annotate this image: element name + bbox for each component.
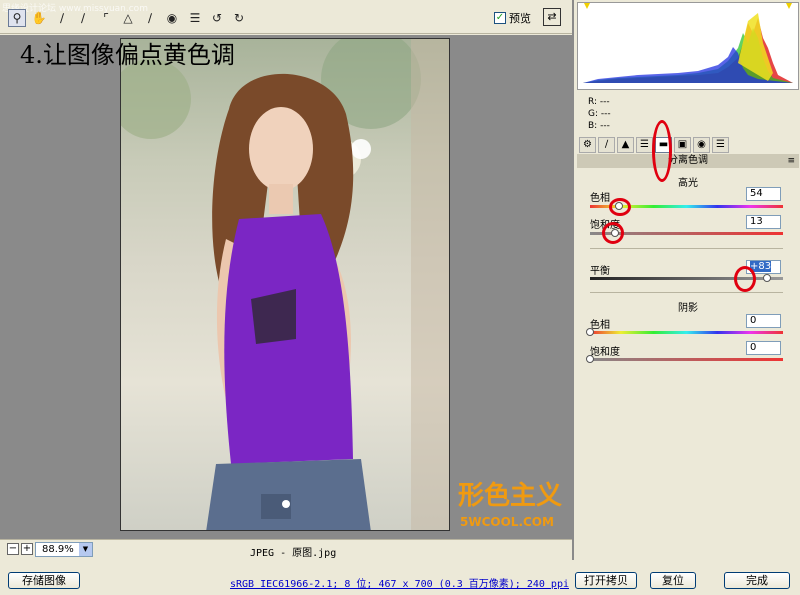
annotation-circle — [652, 120, 672, 182]
blue-readout: B: --- — [588, 121, 610, 131]
tab-presets-icon[interactable]: ☰ — [712, 137, 729, 153]
shadow-hue-field[interactable]: 0 — [746, 314, 781, 328]
color-sampler-icon[interactable]: ∕ — [74, 9, 92, 27]
histogram-graph — [583, 3, 793, 83]
retouch-icon[interactable]: ∕ — [141, 9, 159, 27]
annotation-circle — [734, 266, 756, 292]
zoom-bar: − + 88.9% ▼ JPEG - 原图.jpg — [0, 539, 572, 559]
preview-image — [120, 38, 450, 531]
portrait-illustration — [121, 39, 449, 530]
check-icon: ✓ — [494, 12, 506, 24]
slider-thumb[interactable] — [586, 328, 594, 336]
shadow-saturation-field[interactable]: 0 — [746, 341, 781, 355]
preferences-icon[interactable]: ☰ — [186, 9, 204, 27]
highlight-hue-field[interactable]: 54 — [746, 187, 781, 201]
chevron-down-icon[interactable]: ▼ — [79, 543, 92, 556]
zoom-in-button[interactable]: + — [21, 543, 33, 555]
tab-hsl-icon[interactable]: ☰ — [636, 137, 653, 153]
rgb-readout: R: --- G: --- B: --- — [588, 96, 611, 132]
slider-thumb[interactable] — [586, 355, 594, 363]
adjustment-tabs: ⚙ ∕ ▲ ☰ ▬ ▣ ◉ ☰ — [577, 136, 799, 154]
zoom-select[interactable]: 88.9% ▼ — [35, 542, 93, 557]
shadow-saturation-slider[interactable] — [586, 355, 783, 363]
open-copy-button[interactable]: 打开拷贝 — [575, 572, 637, 589]
rotate-left-icon[interactable]: ↺ — [208, 9, 226, 27]
preview-label: 预览 — [509, 12, 531, 25]
rotate-right-icon[interactable]: ↻ — [230, 9, 248, 27]
balance-label: 平衡 — [590, 266, 610, 277]
highlight-hue-label: 色相 — [590, 193, 610, 204]
zoom-icon[interactable]: ⚲ — [8, 9, 26, 27]
panel-title: 分离色调 — [668, 155, 708, 166]
red-readout: R: --- — [588, 97, 610, 107]
file-label: JPEG - 原图.jpg — [250, 548, 337, 559]
green-readout: G: --- — [588, 109, 611, 119]
panel-menu-icon[interactable]: ≡ — [787, 154, 795, 168]
bottom-bar: 存储图像 sRGB IEC61966-2.1; 8 位; 467 x 700 (… — [0, 560, 800, 595]
straighten-icon[interactable]: △ — [119, 9, 137, 27]
shadows-title: 阴影 — [678, 303, 698, 314]
white-balance-icon[interactable]: ∕ — [53, 9, 71, 27]
tab-tone-curve-icon[interactable]: ∕ — [598, 137, 615, 153]
logo-url: 5WCOOL.COM — [460, 515, 554, 529]
shadow-saturation-label: 饱和度 — [590, 347, 620, 358]
toolbar: 思缘设计论坛 www.missyuan.com ⚲ ✋ ∕ ∕ ⌜ △ ∕ ◉ … — [0, 0, 572, 34]
zoom-out-button[interactable]: − — [7, 543, 19, 555]
zoom-value: 88.9% — [42, 544, 74, 555]
histogram — [577, 2, 799, 90]
logo-text: 形色主义 — [458, 481, 563, 511]
done-button[interactable]: 完成 — [724, 572, 790, 589]
step-title: 4.让图像偏点黄色调 — [20, 41, 235, 69]
tab-basic-icon[interactable]: ⚙ — [579, 137, 596, 153]
workflow-options-link[interactable]: sRGB IEC61966-2.1; 8 位; 467 x 700 (0.3 百… — [230, 575, 569, 590]
tab-lens-icon[interactable]: ▣ — [674, 137, 691, 153]
divider — [590, 292, 783, 293]
annotation-circle — [602, 222, 624, 244]
preview-checkbox[interactable]: ✓ 预览 — [494, 10, 531, 26]
crop-icon[interactable]: ⌜ — [97, 9, 115, 27]
annotation-circle — [609, 198, 631, 216]
fullscreen-toggle-icon[interactable]: ⇄ — [543, 8, 561, 26]
divider — [590, 248, 783, 249]
red-eye-icon[interactable]: ◉ — [163, 9, 181, 27]
slider-thumb[interactable] — [762, 274, 771, 282]
image-canvas[interactable]: 4.让图像偏点黄色调 形色主义 5WCOOL.COM — [0, 35, 572, 539]
reset-button[interactable]: 复位 — [650, 572, 696, 589]
split-toning-header: 分离色调 ≡ — [577, 154, 799, 168]
right-panel: R: --- G: --- B: --- ⚙ ∕ ▲ ☰ ▬ ▣ ◉ ☰ 分离色… — [572, 0, 800, 560]
tab-detail-icon[interactable]: ▲ — [617, 137, 634, 153]
save-image-button[interactable]: 存储图像 — [8, 572, 80, 589]
shadow-hue-slider[interactable] — [586, 328, 783, 336]
hand-icon[interactable]: ✋ — [30, 9, 48, 27]
highlight-saturation-field[interactable]: 13 — [746, 215, 781, 229]
tab-camera-calibration-icon[interactable]: ◉ — [693, 137, 710, 153]
